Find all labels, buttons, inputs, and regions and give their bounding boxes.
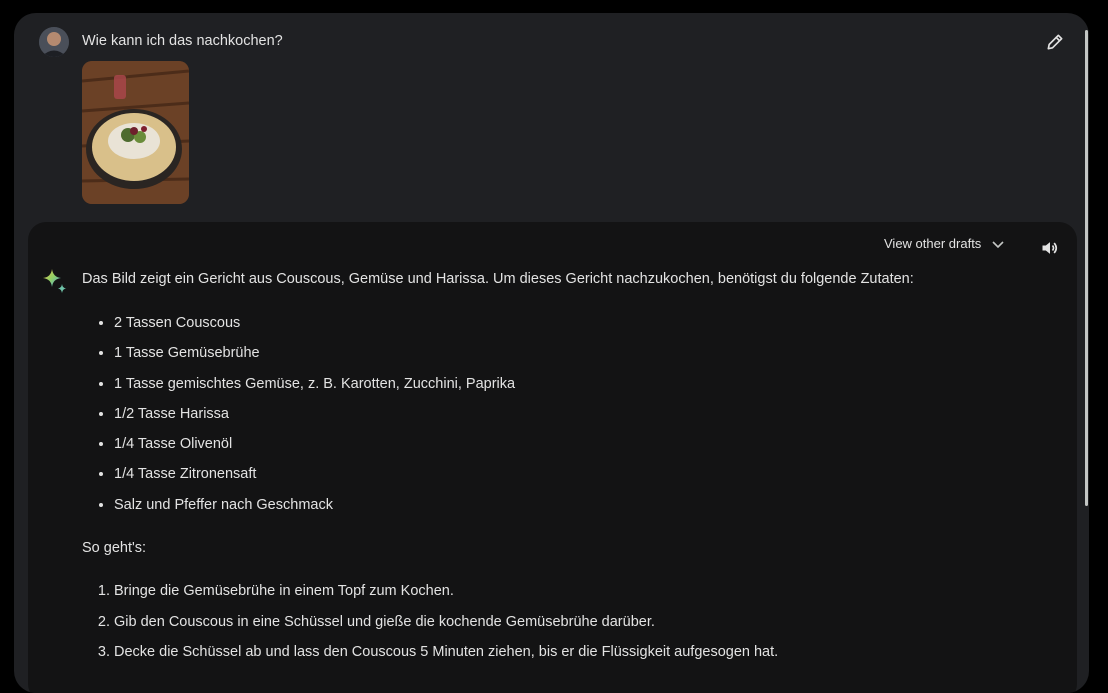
- user-prompt-text: Wie kann ich das nachkochen?: [82, 33, 283, 49]
- list-item: 2 Tassen Couscous: [114, 315, 515, 345]
- food-photo: [82, 61, 189, 204]
- list-item: 1/4 Tasse Zitronensaft: [114, 466, 515, 496]
- list-item: Gib den Couscous in eine Schüssel und gi…: [114, 614, 778, 645]
- steps-list: Bringe die Gemüsebrühe in einem Topf zum…: [82, 583, 778, 675]
- sparkle-icon: [41, 267, 69, 295]
- steps-heading: So geht's:: [82, 540, 147, 556]
- speaker-icon: [1042, 242, 1058, 254]
- uploaded-food-image[interactable]: [82, 61, 189, 204]
- ingredient-list: 2 Tassen Couscous 1 Tasse Gemüsebrühe 1 …: [82, 315, 515, 527]
- pencil-icon: [1047, 34, 1063, 50]
- conversation-panel: Wie kann ich das nachkochen? View other …: [14, 13, 1089, 693]
- list-item: Salz und Pfeffer nach Geschmack: [114, 497, 515, 527]
- view-other-drafts-button[interactable]: View other drafts: [884, 236, 1005, 251]
- edit-prompt-button[interactable]: [1043, 30, 1067, 54]
- list-item: 1/2 Tasse Harissa: [114, 406, 515, 436]
- chevron-down-icon: [992, 240, 1004, 248]
- response-intro-text: Das Bild zeigt ein Gericht aus Couscous,…: [82, 271, 914, 287]
- view-other-drafts-label: View other drafts: [884, 236, 982, 251]
- list-item: 1 Tasse gemischtes Gemüse, z. B. Karotte…: [114, 376, 515, 406]
- list-item: Decke die Schüssel ab und lass den Cousc…: [114, 644, 778, 675]
- listen-button[interactable]: [1038, 236, 1062, 260]
- avatar-image: [39, 27, 69, 57]
- user-avatar: [39, 27, 69, 57]
- list-item: 1/4 Tasse Olivenöl: [114, 436, 515, 466]
- list-item: Bringe die Gemüsebrühe in einem Topf zum…: [114, 583, 778, 614]
- assistant-response: View other drafts Das Bild zeigt ein Ger…: [28, 222, 1077, 693]
- list-item: 1 Tasse Gemüsebrühe: [114, 345, 515, 375]
- scrollbar[interactable]: [1085, 30, 1088, 506]
